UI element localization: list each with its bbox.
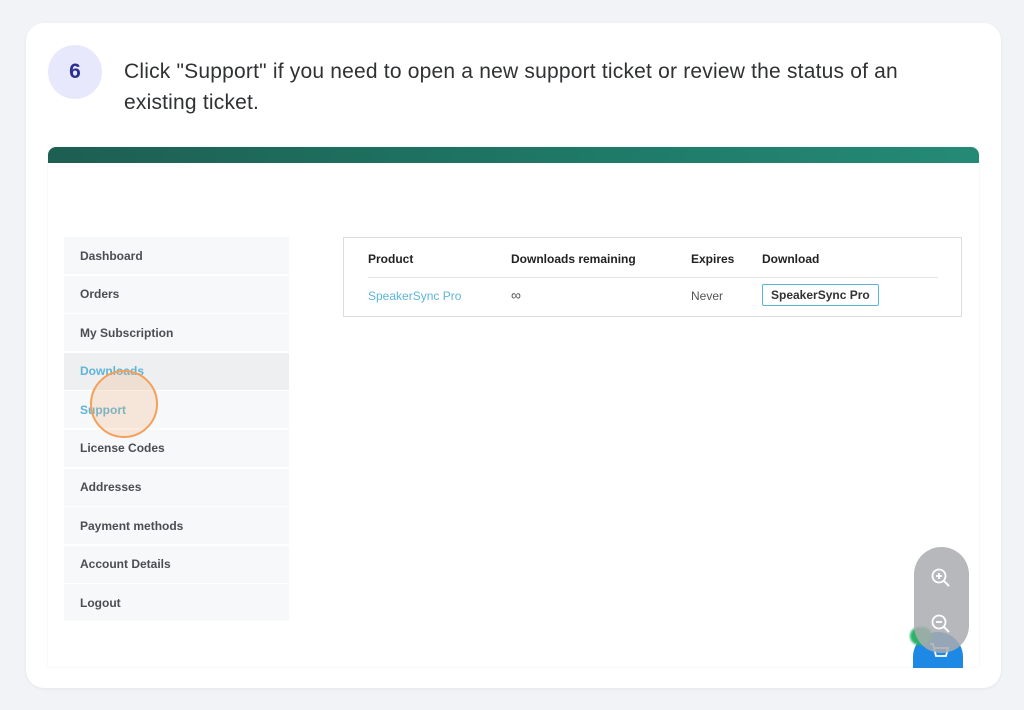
click-highlight-marker bbox=[90, 370, 158, 438]
downloads-table: Product Downloads remaining Expires Down… bbox=[343, 237, 962, 317]
sidebar-item-my-subscription[interactable]: My Subscription bbox=[64, 314, 289, 352]
product-link[interactable]: SpeakerSync Pro bbox=[368, 289, 461, 303]
expires-value: Never bbox=[691, 289, 724, 303]
sidebar-item-license-codes[interactable]: License Codes bbox=[64, 429, 289, 467]
zoom-in-icon bbox=[931, 568, 950, 587]
zoom-in-button[interactable] bbox=[928, 565, 954, 591]
sidebar-item-payment-methods[interactable]: Payment methods bbox=[64, 507, 289, 545]
column-header-download: Download bbox=[762, 252, 820, 266]
step-instruction: Click "Support" if you need to open a ne… bbox=[124, 60, 898, 114]
sidebar-item-orders[interactable]: Orders bbox=[64, 275, 289, 313]
zoom-controls bbox=[914, 547, 969, 653]
download-button[interactable]: SpeakerSync Pro bbox=[762, 284, 879, 306]
column-header-downloads-remaining: Downloads remaining bbox=[511, 252, 636, 266]
step-number-badge: 6 bbox=[48, 45, 102, 99]
sidebar-item-logout[interactable]: Logout bbox=[64, 584, 289, 622]
account-sidebar: Dashboard Orders My Subscription Downloa… bbox=[64, 237, 289, 623]
sidebar-item-addresses[interactable]: Addresses bbox=[64, 468, 289, 506]
site-header-bar bbox=[48, 147, 979, 163]
zoom-out-button[interactable] bbox=[928, 611, 954, 637]
column-header-product: Product bbox=[368, 252, 414, 266]
downloads-remaining-value: ∞ bbox=[511, 287, 521, 303]
table-header-row bbox=[368, 238, 938, 278]
sidebar-item-account-details[interactable]: Account Details bbox=[64, 545, 289, 583]
zoom-out-icon bbox=[931, 614, 950, 633]
screenshot-frame: Dashboard Orders My Subscription Downloa… bbox=[48, 147, 979, 667]
column-header-expires: Expires bbox=[691, 252, 735, 266]
sidebar-item-dashboard[interactable]: Dashboard bbox=[64, 237, 289, 274]
